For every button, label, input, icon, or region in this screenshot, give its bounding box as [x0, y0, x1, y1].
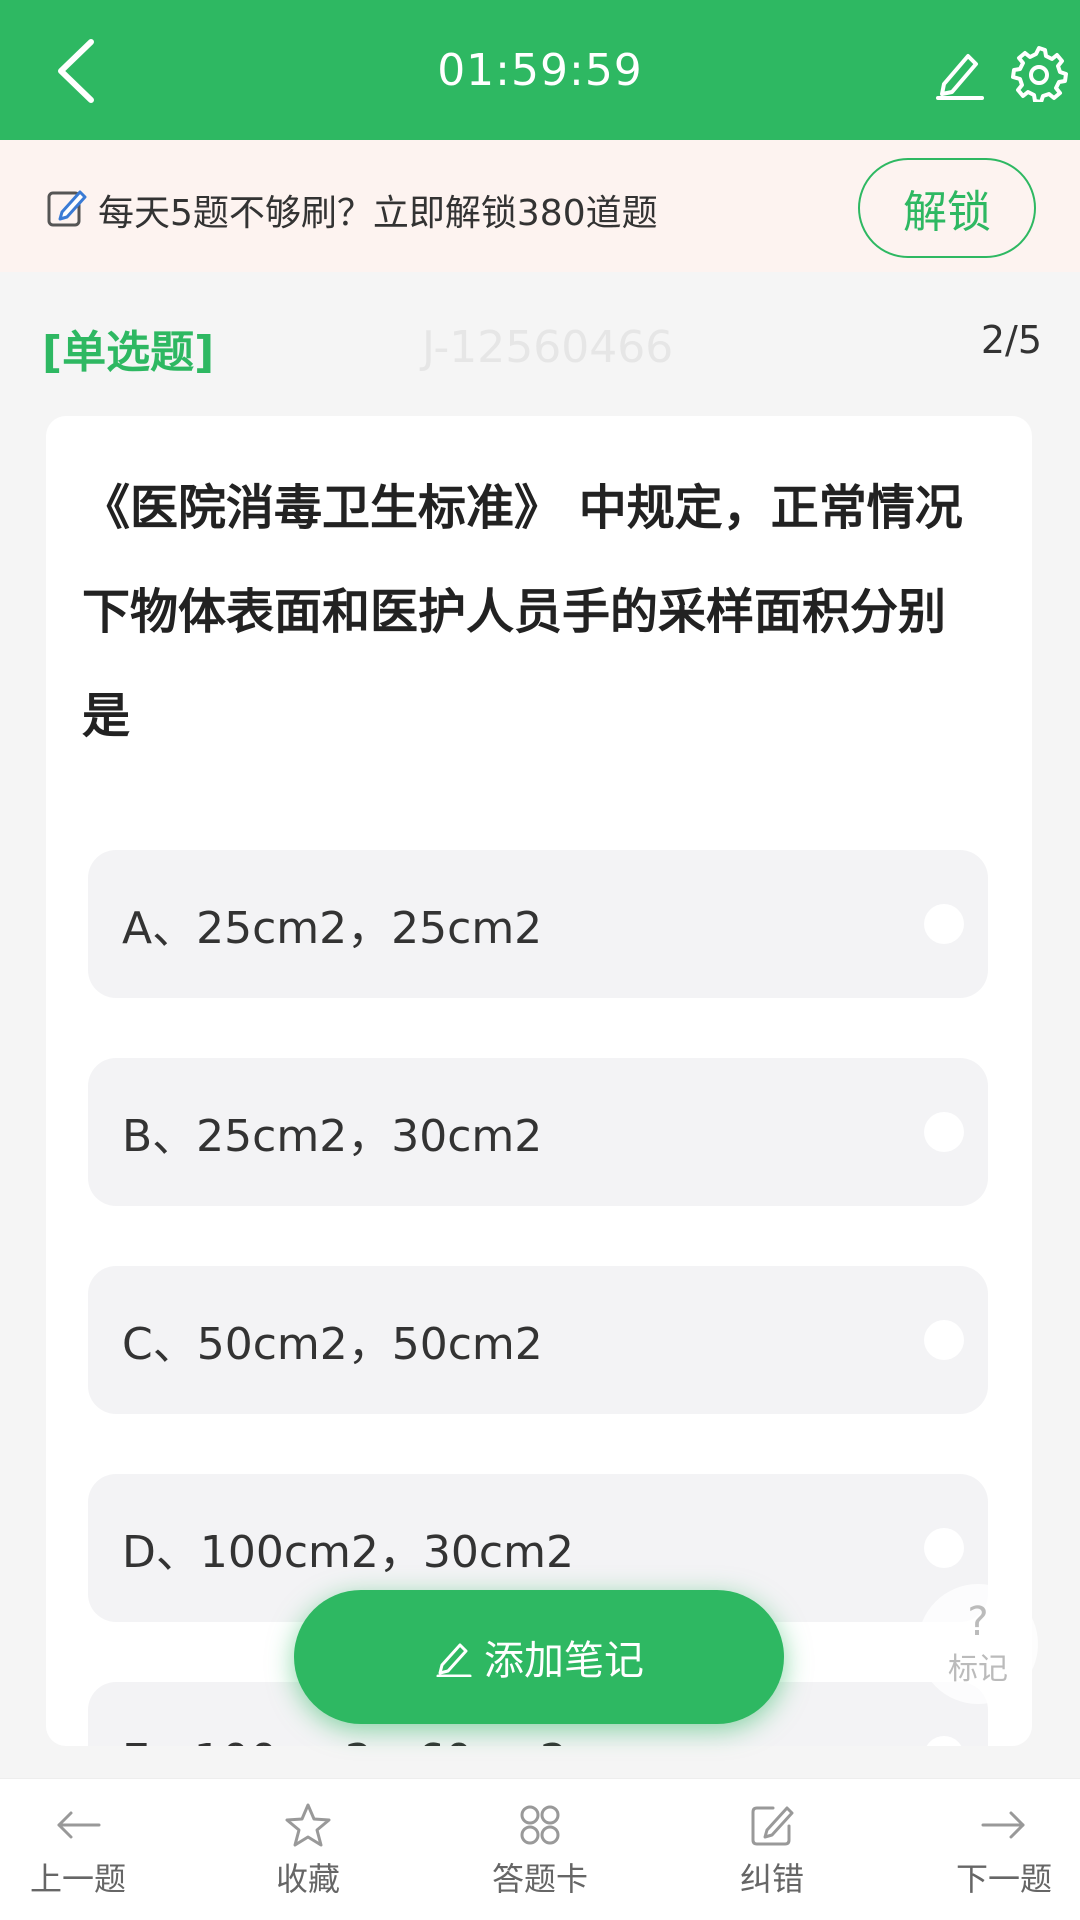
chevron-left-icon — [58, 39, 94, 103]
question-mark-icon: ? — [967, 1599, 989, 1645]
nav-label: 答题卡 — [491, 1860, 588, 1898]
question-progress: 2/5 — [980, 318, 1042, 362]
nav-answer-sheet[interactable]: 答题卡 — [460, 1779, 620, 1920]
edit-square-icon — [751, 1806, 794, 1846]
nav-label: 下一题 — [955, 1860, 1052, 1898]
radio-circle-icon[interactable] — [924, 1320, 964, 1360]
pencil-icon — [436, 1643, 472, 1677]
edit-square-icon — [47, 190, 87, 227]
option-b[interactable]: B、25cm2，30cm2 — [88, 1058, 988, 1206]
pencil-icon — [936, 54, 984, 100]
watermark: J-12560466 — [422, 322, 674, 373]
mark-label: 标记 — [948, 1652, 1008, 1687]
mark-button[interactable]: ? 标记 — [918, 1584, 1038, 1704]
add-note-label: 添加笔记 — [484, 1638, 644, 1684]
bottom-nav: 上一题 收藏 答题卡 纠错 下一题 — [0, 1778, 1080, 1920]
radio-circle-icon[interactable] — [924, 1112, 964, 1152]
edit-button[interactable] — [932, 44, 988, 100]
unlock-button[interactable]: 解锁 — [858, 158, 1036, 258]
promo-text: 每天5题不够刷？立即解锁380道题 — [98, 193, 658, 234]
nav-previous[interactable]: 上一题 — [0, 1779, 158, 1920]
option-label: C、50cm2，50cm2 — [122, 1319, 543, 1370]
radio-circle-icon[interactable] — [924, 904, 964, 944]
countdown-timer: 01:59:59 — [437, 44, 643, 96]
option-label: D、100cm2，30cm2 — [122, 1527, 574, 1578]
nav-report-error[interactable]: 纠错 — [692, 1779, 852, 1920]
nav-favorite[interactable]: 收藏 — [228, 1779, 388, 1920]
option-label: E、100cm2，60cm2 — [122, 1724, 568, 1746]
nav-label: 收藏 — [275, 1860, 340, 1898]
option-label: A、25cm2，25cm2 — [122, 903, 543, 954]
settings-button[interactable] — [1010, 44, 1068, 104]
nav-next[interactable]: 下一题 — [924, 1779, 1080, 1920]
question-text: 《医院消毒卫生标准》 中规定，正常情况下物体表面和医护人员手的采样面积分别是 — [82, 480, 963, 744]
star-icon — [285, 1803, 331, 1847]
gear-icon — [1011, 46, 1068, 104]
option-c[interactable]: C、50cm2，50cm2 — [88, 1266, 988, 1414]
nav-label: 上一题 — [29, 1860, 126, 1898]
back-button[interactable] — [40, 36, 110, 106]
top-bar: 01:59:59 — [0, 0, 1080, 140]
option-a[interactable]: A、25cm2，25cm2 — [88, 850, 988, 998]
question-type-label: [单选题] — [42, 327, 215, 378]
radio-circle-icon[interactable] — [924, 1736, 964, 1746]
add-note-button[interactable]: 添加笔记 — [294, 1590, 784, 1724]
option-label: B、25cm2，30cm2 — [122, 1111, 543, 1162]
arrow-right-icon — [981, 1811, 1025, 1839]
nav-label: 纠错 — [739, 1860, 804, 1898]
grid-icon — [520, 1805, 560, 1845]
arrow-left-icon — [57, 1811, 101, 1839]
radio-circle-icon[interactable] — [924, 1528, 964, 1568]
